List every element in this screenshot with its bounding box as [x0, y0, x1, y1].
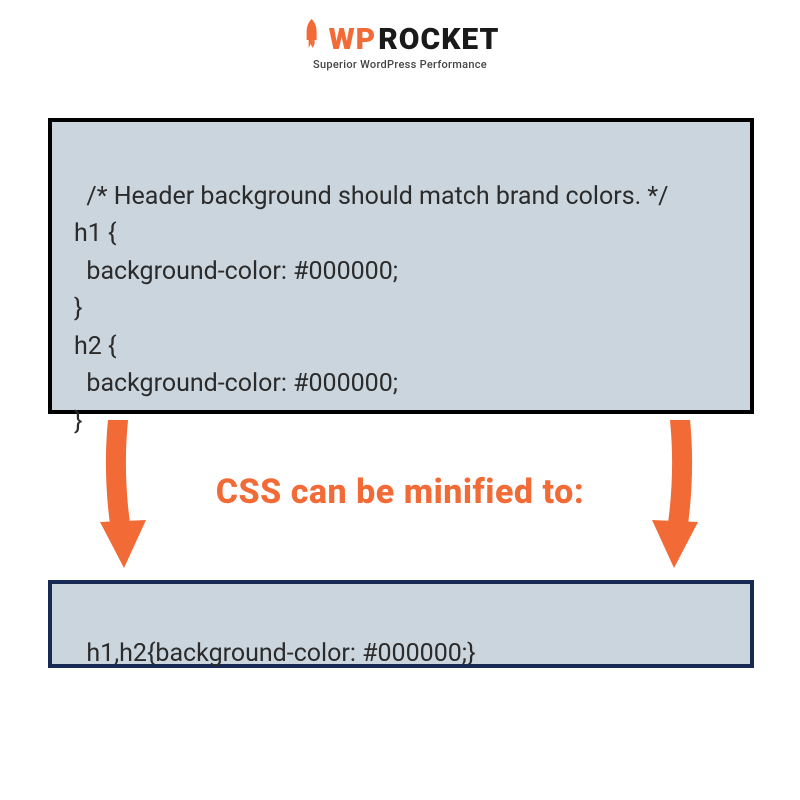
minify-caption: CSS can be minified to: — [0, 472, 800, 512]
logo-text-rocket: ROCKET — [378, 22, 499, 57]
logo-title: WP ROCKET — [301, 18, 500, 60]
rocket-icon — [301, 18, 323, 60]
code-before-box: /* Header background should match brand … — [48, 118, 754, 414]
code-before-text: /* Header background should match brand … — [74, 182, 668, 436]
code-after-box: h1,h2{background-color: #000000;} — [48, 580, 754, 668]
logo-text-wp: WP — [329, 22, 377, 57]
logo-tagline: Superior WordPress Performance — [301, 58, 500, 71]
code-after-text: h1,h2{background-color: #000000;} — [86, 639, 475, 668]
wp-rocket-logo: WP ROCKET Superior WordPress Performance — [301, 18, 500, 71]
